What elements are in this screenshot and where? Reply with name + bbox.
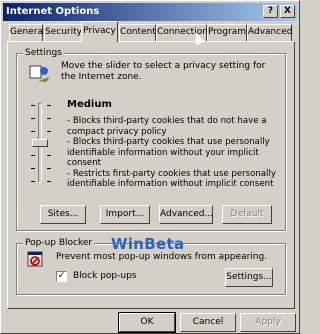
- tab-privacy[interactable]: Privacy: [81, 21, 118, 42]
- privacy-icon: [28, 63, 52, 83]
- apply-button[interactable]: Apply: [240, 313, 296, 332]
- tab-advanced[interactable]: Advanced: [247, 24, 292, 41]
- settings-group-title: Settings: [23, 48, 64, 58]
- block-popups-checkbox[interactable]: ✓: [56, 271, 67, 282]
- privacy-bullet: - Restricts first-party cookies that use…: [67, 168, 276, 190]
- slider-tick: [47, 155, 51, 156]
- slider-tick: [47, 168, 51, 169]
- popup-blocker-icon: [27, 251, 43, 267]
- popup-settings-button[interactable]: Settings...: [225, 268, 273, 287]
- advanced-button[interactable]: Advanced...: [159, 205, 213, 224]
- sites-button[interactable]: Sites...: [40, 205, 86, 224]
- window-title: Internet Options: [6, 6, 100, 17]
- slider-tick: [31, 155, 35, 156]
- help-button[interactable]: ?: [263, 5, 278, 18]
- settings-intro: Move the slider to select a privacy sett…: [61, 61, 266, 82]
- popup-blocker-group-title: Pop-up Blocker: [23, 238, 95, 248]
- slider-tick: [31, 118, 35, 119]
- tab-content[interactable]: Content: [119, 24, 156, 41]
- slider-tick: [47, 105, 51, 106]
- slider-tick: [31, 105, 35, 106]
- slider-tick: [47, 181, 51, 182]
- block-popups-label[interactable]: Block pop-ups: [73, 271, 137, 281]
- cancel-button[interactable]: Cancel: [180, 313, 236, 332]
- slider-tick: [47, 118, 51, 119]
- winbeta-watermark: WinBeta: [111, 235, 185, 253]
- privacy-slider-thumb[interactable]: [32, 139, 48, 147]
- close-button[interactable]: X: [280, 5, 295, 18]
- tab-programs[interactable]: Programs: [207, 24, 251, 41]
- import-button[interactable]: Import...: [100, 205, 150, 224]
- privacy-level-label: Medium: [67, 99, 112, 110]
- checkmark-icon: ✓: [57, 271, 66, 281]
- privacy-bullet: - Blocks third-party cookies that use pe…: [67, 137, 270, 168]
- title-bar[interactable]: Internet Options ? X: [3, 3, 297, 21]
- default-button[interactable]: Default: [222, 205, 272, 224]
- tab-security[interactable]: Security: [44, 24, 82, 41]
- slider-tick: [31, 131, 35, 132]
- tab-general[interactable]: General: [9, 24, 45, 41]
- slider-tick: [31, 181, 35, 182]
- slider-tick: [47, 131, 51, 132]
- internet-options-dialog: Internet Options ? X General Security Pr…: [0, 0, 300, 334]
- privacy-level-description: - Blocks third-party cookies that do not…: [67, 116, 279, 190]
- slider-tick: [31, 168, 35, 169]
- popup-description: Prevent most pop-up windows from appeari…: [56, 252, 268, 262]
- ok-button[interactable]: OK: [118, 312, 176, 333]
- privacy-bullet: - Blocks third-party cookies that do not…: [67, 116, 267, 137]
